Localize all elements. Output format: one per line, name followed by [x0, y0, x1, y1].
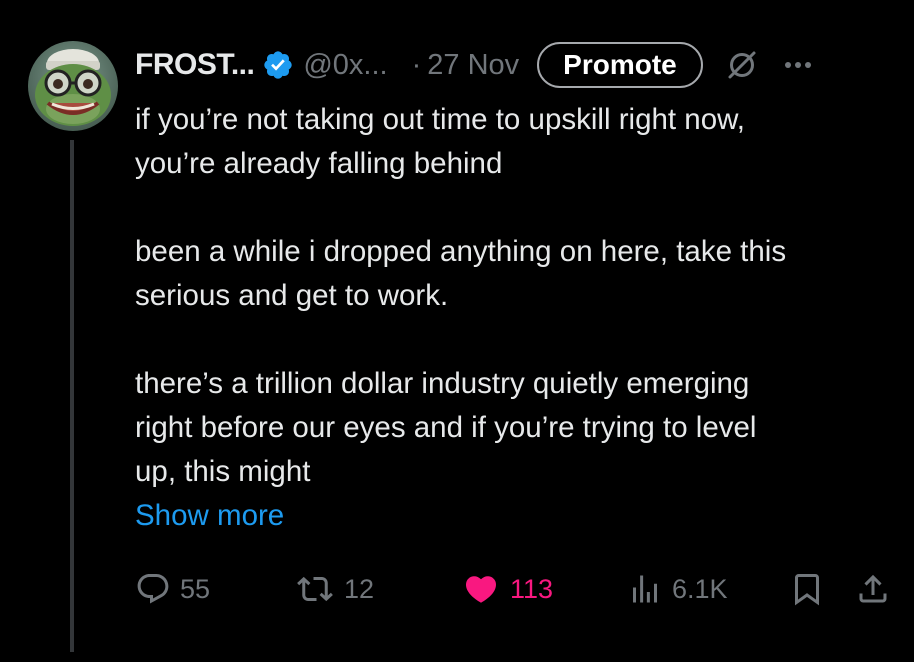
like-count: 113 [510, 573, 554, 604]
separator-dot: · [411, 48, 422, 81]
frog-avatar-image [28, 41, 118, 131]
tweet-text: if you’re not taking out time to upskill… [135, 98, 905, 538]
reply-icon [137, 574, 169, 604]
repost-icon [297, 576, 333, 602]
views-button[interactable]: 6.1K [627, 565, 728, 613]
repost-count: 12 [344, 573, 375, 604]
views-chart-icon [633, 575, 657, 603]
tweet-paragraph-3: there’s a trillion dollar industry quiet… [135, 367, 757, 488]
avatar[interactable] [28, 41, 118, 131]
more-horizontal-icon[interactable] [781, 48, 815, 82]
bookmark-button[interactable] [789, 565, 825, 613]
thread-line [70, 140, 74, 652]
heart-filled-icon [465, 576, 497, 603]
tweet-paragraph-1: if you’re not taking out time to upskill… [135, 103, 745, 180]
display-name[interactable]: FROST... [135, 48, 255, 82]
repost-button[interactable]: 12 [295, 565, 374, 613]
post-date[interactable]: 27 Nov [427, 49, 519, 82]
bookmark-icon [795, 574, 819, 606]
share-icon [859, 574, 887, 603]
reply-button[interactable]: 55 [135, 565, 210, 613]
show-more-link[interactable]: Show more [135, 494, 905, 538]
share-button[interactable] [855, 565, 891, 613]
reply-count: 55 [180, 573, 211, 604]
tweet-header: FROST... @0x... · 27 Nov Promote [135, 40, 905, 90]
like-button[interactable]: 113 [461, 565, 553, 613]
engagement-bar: 55 12 113 6.1K [135, 565, 895, 613]
views-count: 6.1K [672, 573, 728, 604]
tweet-paragraph-2: been a while i dropped anything on here,… [135, 235, 787, 312]
promote-button[interactable]: Promote [537, 42, 703, 88]
grok-icon[interactable] [723, 46, 761, 84]
verified-badge-icon[interactable] [262, 49, 294, 81]
user-handle[interactable]: @0x... [303, 49, 387, 82]
